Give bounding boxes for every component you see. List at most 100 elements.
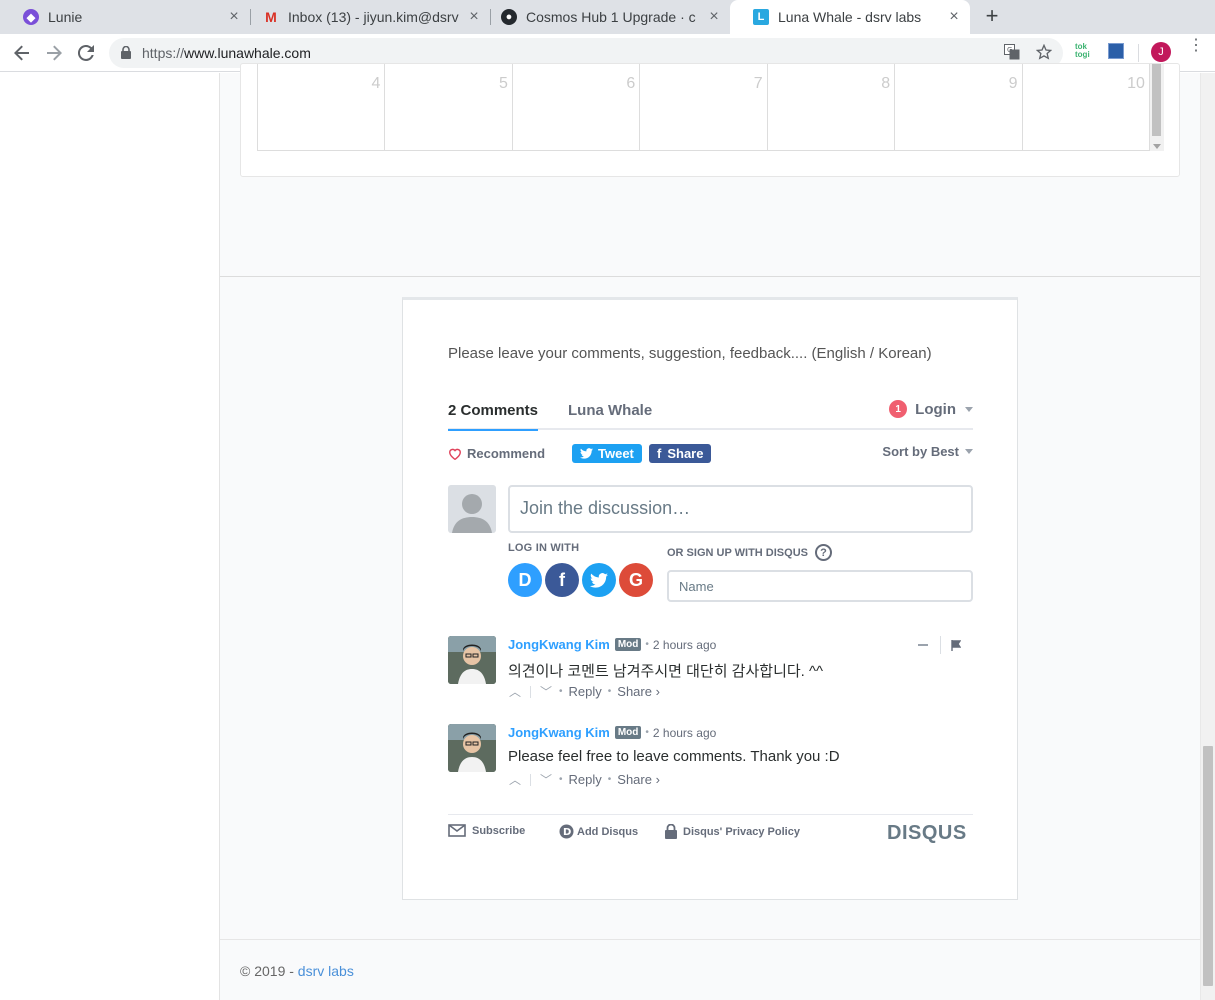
- calendar-day-cell[interactable]: 9: [895, 64, 1023, 150]
- notification-badge[interactable]: 1: [889, 400, 908, 418]
- close-tab-icon[interactable]: ×: [946, 9, 962, 25]
- twitter-login-icon[interactable]: [582, 563, 616, 597]
- day-number: 8: [881, 75, 891, 92]
- login-link[interactable]: Login: [915, 401, 956, 418]
- profile-avatar[interactable]: J: [1151, 42, 1171, 62]
- name-field[interactable]: Name: [667, 570, 973, 602]
- menu-kebab-icon[interactable]: ⋮: [1188, 38, 1204, 54]
- comment-share-button[interactable]: Share ›: [617, 772, 660, 787]
- flag-icon[interactable]: [951, 639, 961, 651]
- tab-lunawhale[interactable]: L Luna Whale - dsrv labs ×: [730, 0, 970, 34]
- back-button[interactable]: [10, 41, 34, 65]
- downvote-icon[interactable]: ﹀: [539, 771, 553, 788]
- facebook-login-icon[interactable]: f: [545, 563, 579, 597]
- privacy-policy-link[interactable]: Disqus' Privacy Policy: [665, 824, 800, 839]
- lunie-icon: ◆: [23, 9, 39, 25]
- facebook-share-button[interactable]: f Share: [649, 444, 712, 463]
- copyright: © 2019 - dsrv labs: [240, 963, 354, 979]
- subscribe-link[interactable]: Subscribe: [448, 824, 525, 837]
- calendar-grid: 4 5 6 7 8 9 10: [257, 64, 1150, 151]
- comment-time[interactable]: 2 hours ago: [653, 726, 716, 740]
- thread-actions: Recommend Tweet f Share Sort by Best: [448, 444, 973, 464]
- forward-button[interactable]: [42, 41, 66, 65]
- comment-time[interactable]: 2 hours ago: [653, 638, 716, 652]
- comment-meta: JongKwang Kim Mod • 2 hours ago: [508, 637, 716, 652]
- scroll-down-icon[interactable]: [1153, 144, 1161, 149]
- tweet-button[interactable]: Tweet: [572, 444, 642, 463]
- star-icon[interactable]: [1036, 44, 1052, 60]
- calendar-day-cell[interactable]: 6: [513, 64, 641, 150]
- calendar-day-cell[interactable]: 8: [768, 64, 896, 150]
- separator-dot: •: [607, 686, 612, 697]
- mod-badge: Mod: [614, 638, 642, 651]
- comment-footer: ︿ ﹀ • Reply • Share ›: [508, 683, 660, 700]
- svg-text:D: D: [563, 827, 571, 838]
- url-scheme: https://: [142, 45, 185, 61]
- mod-badge: Mod: [614, 726, 642, 739]
- add-disqus-link[interactable]: D Add Disqus: [559, 824, 638, 839]
- tweet-label: Tweet: [598, 446, 634, 461]
- lock-icon: [121, 46, 131, 59]
- tab-lunie[interactable]: ◆ Lunie ×: [0, 0, 250, 34]
- disqus-nav: 2 Comments Luna Whale 1 Login: [448, 398, 973, 431]
- calendar-day-cell[interactable]: 10: [1023, 64, 1149, 150]
- translate-icon[interactable]: G: [1004, 44, 1020, 60]
- back-arrow-icon: [14, 45, 29, 61]
- tab-title: Lunie: [48, 9, 83, 25]
- tab-community[interactable]: Luna Whale: [568, 402, 652, 419]
- comment-author[interactable]: JongKwang Kim: [508, 725, 610, 740]
- sort-dropdown[interactable]: Sort by Best: [882, 444, 973, 459]
- dsrv-labs-link[interactable]: dsrv labs: [298, 963, 354, 979]
- disqus-logo[interactable]: DISQUS: [887, 822, 967, 845]
- comment-footer: ︿ ﹀ • Reply • Share ›: [508, 771, 660, 788]
- main-content: 4 5 6 7 8 9 10 Please leave your comment…: [220, 63, 1200, 1000]
- copyright-text: © 2019 -: [240, 963, 298, 979]
- privacy-label: Disqus' Privacy Policy: [683, 825, 800, 838]
- tab-gmail[interactable]: M Inbox (13) - jiyun.kim@dsrv ×: [240, 0, 490, 34]
- comment-share-button[interactable]: Share ›: [617, 684, 660, 699]
- envelope-icon: [448, 824, 466, 837]
- scrollbar-thumb[interactable]: [1203, 746, 1213, 986]
- day-number: 4: [371, 75, 381, 92]
- login-menu[interactable]: 1 Login: [889, 400, 973, 418]
- lunawhale-icon: L: [753, 9, 769, 25]
- toktogi-extension-icon[interactable]: tok togi: [1075, 43, 1093, 59]
- padlock-icon: [665, 824, 677, 839]
- separator-dot: •: [607, 774, 612, 785]
- tab-github[interactable]: ● Cosmos Hub 1 Upgrade · c ×: [478, 0, 730, 34]
- calendar-day-cell[interactable]: 4: [258, 64, 386, 150]
- comment-body: 의견이나 코멘트 남겨주시면 대단히 감사합니다. ^^: [508, 663, 824, 680]
- extension-icon[interactable]: [1108, 43, 1124, 59]
- help-icon[interactable]: ?: [814, 544, 832, 561]
- signup-label: OR SIGN UP WITH DISQUS ?: [667, 544, 832, 561]
- commenter-avatar[interactable]: [448, 636, 496, 684]
- heart-icon: [449, 448, 461, 460]
- calendar-card: 4 5 6 7 8 9 10: [240, 63, 1180, 177]
- commenter-avatar[interactable]: [448, 724, 496, 772]
- collapse-icon[interactable]: [918, 644, 928, 646]
- downvote-icon[interactable]: ﹀: [539, 683, 553, 700]
- calendar-day-cell[interactable]: 7: [640, 64, 768, 150]
- upvote-icon[interactable]: ︿: [508, 771, 522, 788]
- scrollbar-thumb[interactable]: [1152, 64, 1161, 136]
- comment-input[interactable]: Join the discussion…: [508, 485, 973, 533]
- new-tab-button[interactable]: +: [981, 5, 1003, 28]
- comment-meta: JongKwang Kim Mod • 2 hours ago: [508, 725, 716, 740]
- reload-button[interactable]: [74, 41, 98, 65]
- disqus-login-icon[interactable]: D: [508, 563, 542, 597]
- calendar-scrollbar[interactable]: [1150, 64, 1164, 151]
- reply-button[interactable]: Reply: [569, 684, 602, 699]
- close-tab-icon[interactable]: ×: [706, 9, 722, 25]
- google-login-icon[interactable]: G: [619, 563, 653, 597]
- vote-divider: [530, 685, 531, 698]
- reply-button[interactable]: Reply: [569, 772, 602, 787]
- facebook-icon: f: [657, 446, 662, 461]
- tab-comments[interactable]: 2 Comments: [448, 402, 539, 431]
- github-icon: ●: [501, 9, 517, 25]
- calendar-day-cell[interactable]: 5: [385, 64, 513, 150]
- upvote-icon[interactable]: ︿: [508, 683, 522, 700]
- comment-author[interactable]: JongKwang Kim: [508, 637, 610, 652]
- recommend-button[interactable]: Recommend: [448, 446, 545, 461]
- page-scrollbar[interactable]: [1200, 73, 1215, 1000]
- add-disqus-label: Add Disqus: [577, 825, 639, 838]
